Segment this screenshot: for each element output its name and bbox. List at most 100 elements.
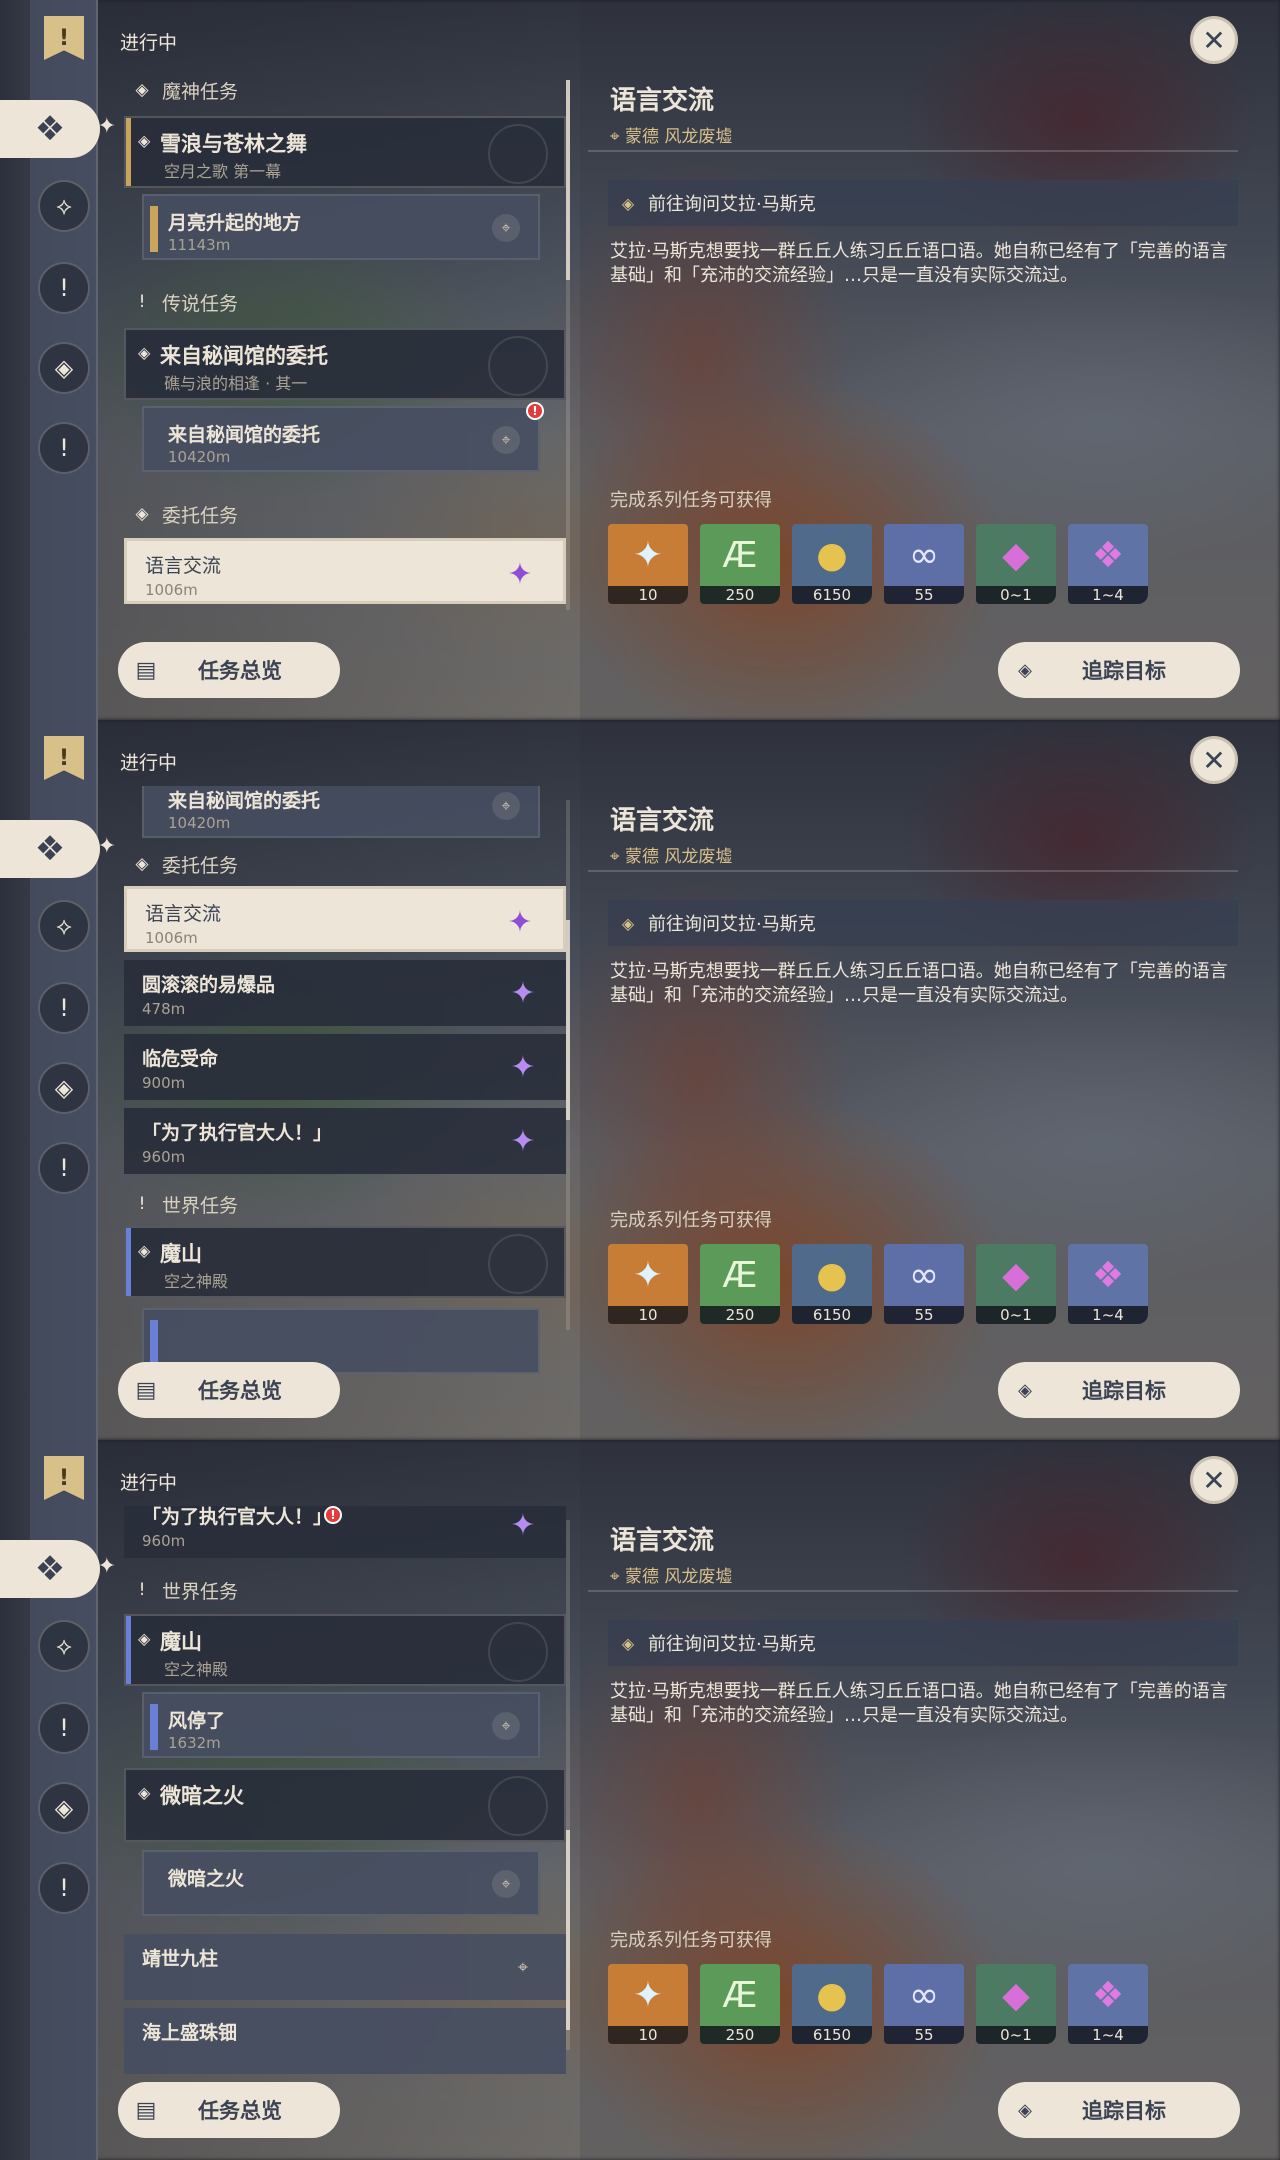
list-scrollbar[interactable]	[566, 800, 570, 1330]
reward-list: ✦ 10 Æ 250 ● 6150 ∞ 55 ◆ 0~1 ❖ 1~4	[608, 1244, 1148, 1324]
quest-overview-button[interactable]: ▤ 任务总览	[118, 1362, 340, 1418]
map-pin-icon[interactable]: ⌖	[504, 1948, 542, 1986]
detail-location: ⌖ 蒙德 风龙废墟	[610, 1567, 733, 1587]
archon-icon[interactable]: ⟡	[38, 180, 90, 232]
track-diamond-icon: ◈	[1018, 2099, 1032, 2121]
scroll-thumb[interactable]	[566, 920, 570, 1120]
map-pin-icon[interactable]: ⌖	[492, 1870, 520, 1898]
reward-list: ✦ 10 Æ 250 ● 6150 ∞ 55 ◆ 0~1 ❖ 1~4	[608, 1964, 1148, 2044]
detail-location: ⌖ 蒙德 风龙废墟	[610, 847, 733, 867]
crystal-cluster-icon[interactable]: ❖ 1~4	[1068, 1964, 1148, 2044]
track-button[interactable]: ◈ 追踪目标	[998, 642, 1240, 698]
commission-item[interactable]: 圆滚滚的易爆品 478m ✦	[124, 960, 566, 1026]
close-button[interactable]: ✕	[1190, 736, 1238, 784]
objective-diamond-icon: ◈	[621, 193, 635, 213]
world-quest-step[interactable]: 风停了 1632m ⌖	[142, 1692, 540, 1758]
list-scrollbar[interactable]	[566, 80, 570, 610]
map-pin-icon[interactable]: ⌖	[492, 214, 520, 242]
world-icon[interactable]: ◈	[38, 1782, 90, 1834]
category-archon: ◈ 魔神任务	[132, 76, 238, 104]
track-button[interactable]: ◈ 追踪目标	[998, 2082, 1240, 2138]
world-category-icon: !	[138, 1580, 146, 1600]
crystal-cluster-icon[interactable]: ❖ 1~4	[1068, 1244, 1148, 1324]
story-icon[interactable]: !	[38, 1702, 90, 1754]
detail-title: 语言交流	[610, 806, 715, 836]
commission-item-selected[interactable]: 语言交流 1006m ✦	[124, 538, 566, 604]
exclamation-icon[interactable]: !	[38, 422, 90, 474]
story-quest-header[interactable]: ◈ 来自秘闻馆的委托 礁与浪的相逢 · 其一	[124, 328, 566, 400]
commission-item[interactable]: 临危受命 900m ✦	[124, 1034, 566, 1100]
companionship-icon[interactable]: ∞ 55	[884, 1964, 964, 2044]
world-quest-header-2[interactable]: ◈ 微暗之火	[124, 1768, 566, 1842]
world-icon[interactable]: ◈	[38, 1062, 90, 1114]
reward-list: ✦ 10 Æ 250 ● 6150 ∞ 55 ◆ 0~1 ❖ 1~4	[608, 524, 1148, 604]
crystal-cluster-icon[interactable]: ❖ 1~4	[1068, 524, 1148, 604]
world-quest-item[interactable]: 海上盛珠钿	[124, 2008, 566, 2074]
quest-diamond-icon: ◈	[138, 131, 151, 150]
archon-icon[interactable]: ⟡	[38, 900, 90, 952]
scroll-thumb[interactable]	[566, 80, 570, 280]
divider	[588, 150, 1238, 152]
commission-icon[interactable]: ❖ ✦	[0, 100, 116, 158]
sidebar: ! ❖ ✦ ⟡ ! ◈ !	[0, 720, 116, 1440]
archon-quest-step[interactable]: 月亮升起的地方 11143m ⌖	[142, 194, 540, 260]
mora-icon[interactable]: ● 6150	[792, 1964, 872, 2044]
adventure-exp-icon[interactable]: Æ 250	[700, 1244, 780, 1324]
list-scrollbar[interactable]	[566, 1520, 570, 2050]
exclamation-icon[interactable]: !	[38, 1142, 90, 1194]
crystal-icon[interactable]: ◆ 0~1	[976, 1244, 1056, 1324]
primogem-icon[interactable]: ✦ 10	[608, 1964, 688, 2044]
story-icon[interactable]: !	[38, 982, 90, 1034]
close-button[interactable]: ✕	[1190, 16, 1238, 64]
primogem-icon[interactable]: ✦ 10	[608, 1244, 688, 1324]
step-distance: 10420m	[168, 814, 231, 832]
step-color-bar	[150, 1320, 158, 1366]
mora-icon[interactable]: ● 6150	[792, 1244, 872, 1324]
flame-emblem-icon	[488, 1776, 548, 1836]
book-icon: ▤	[135, 1377, 157, 1403]
world-quest-item[interactable]: 靖世九柱 ⌖	[124, 1934, 566, 2000]
primogem-icon[interactable]: ✦ 10	[608, 524, 688, 604]
alert-badge-icon: !	[526, 402, 544, 420]
story-quest-step[interactable]: 来自秘闻馆的委托 10420m ⌖ !	[142, 402, 544, 472]
commission-item-selected[interactable]: 语言交流 1006m ✦	[124, 886, 566, 952]
crystal-icon[interactable]: ◆ 0~1	[976, 1964, 1056, 2044]
commission-distance: 960m	[142, 1532, 186, 1550]
track-button[interactable]: ◈ 追踪目标	[998, 1362, 1240, 1418]
companionship-icon[interactable]: ∞ 55	[884, 524, 964, 604]
commission-icon[interactable]: ❖ ✦	[0, 820, 116, 878]
story-icon[interactable]: !	[38, 262, 90, 314]
location-pin-icon: ⌖	[610, 1567, 625, 1587]
map-pin-icon[interactable]: ⌖	[492, 792, 520, 820]
world-color-bar	[126, 1228, 131, 1296]
adventure-exp-icon[interactable]: Æ 250	[700, 1964, 780, 2044]
map-pin-icon[interactable]: ⌖	[492, 1712, 520, 1740]
commission-star-icon: ✦	[507, 904, 533, 940]
archon-icon[interactable]: ⟡	[38, 1620, 90, 1672]
quest-overview-button[interactable]: ▤ 任务总览	[118, 2082, 340, 2138]
mora-icon[interactable]: ● 6150	[792, 524, 872, 604]
scroll-thumb[interactable]	[566, 1830, 570, 2030]
commission-icon[interactable]: ❖ ✦	[0, 1540, 116, 1598]
map-pin-icon[interactable]: ⌖	[492, 426, 520, 454]
world-quest-header[interactable]: ◈ 魔山 空之神殿	[124, 1614, 566, 1686]
commission-item[interactable]: 「为了执行官大人！」 960m ✦ !	[124, 1506, 566, 1558]
in-progress-label: 进行中	[120, 32, 178, 54]
quest-overview-button[interactable]: ▤ 任务总览	[118, 642, 340, 698]
world-quest-step-2[interactable]: 微暗之火 ⌖	[142, 1850, 540, 1916]
reward-label: 完成系列任务可获得	[610, 1210, 772, 1231]
world-icon[interactable]: ◈	[38, 342, 90, 394]
commission-item[interactable]: 「为了执行官大人！」 960m ✦	[124, 1108, 566, 1174]
archon-quest-header[interactable]: ◈ 雪浪与苍林之舞 空月之歌 第一幕	[124, 116, 566, 188]
companionship-icon[interactable]: ∞ 55	[884, 1244, 964, 1324]
world-quest-header[interactable]: ◈ 魔山 空之神殿	[124, 1226, 566, 1298]
story-quest-step[interactable]: 来自秘闻馆的委托 10420m ⌖	[142, 786, 540, 838]
sparkle-icon: ✦	[97, 1554, 116, 1579]
quest-title: 微暗之火	[160, 1784, 244, 1808]
exclamation-icon[interactable]: !	[38, 1862, 90, 1914]
crystal-icon[interactable]: ◆ 0~1	[976, 524, 1056, 604]
commission-star-icon: ✦	[510, 1507, 536, 1543]
close-button[interactable]: ✕	[1190, 1456, 1238, 1504]
commission-star-icon: ✦	[510, 1049, 536, 1085]
adventure-exp-icon[interactable]: Æ 250	[700, 524, 780, 604]
